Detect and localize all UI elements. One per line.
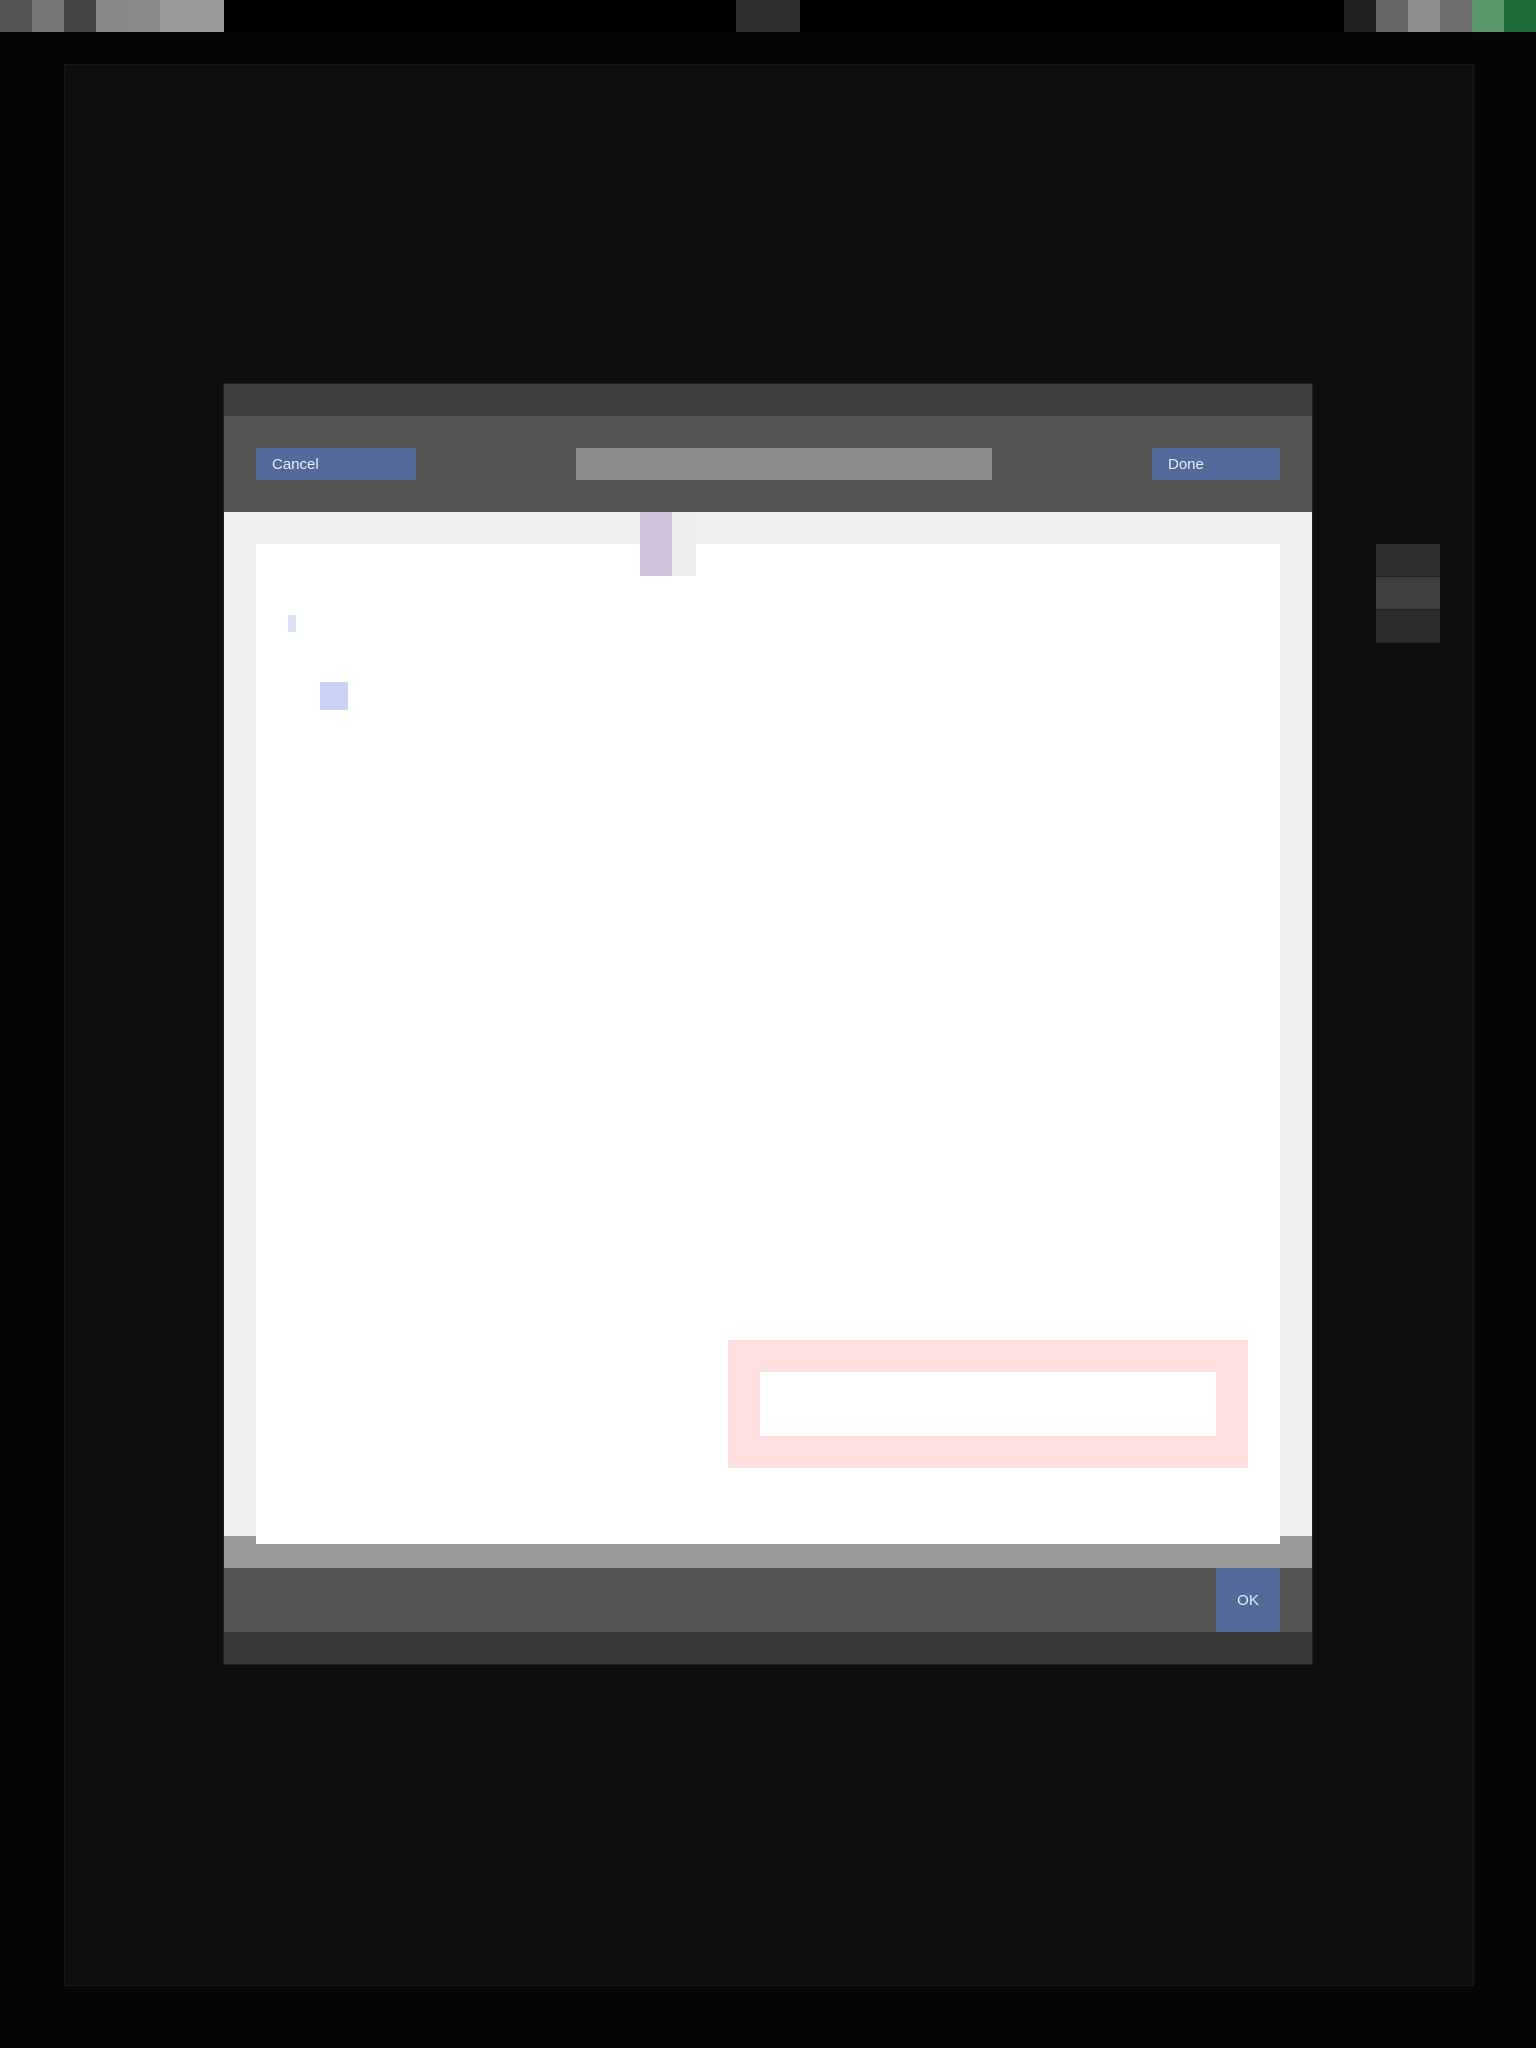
- battery-icon: [1472, 0, 1504, 32]
- notch: [736, 0, 800, 32]
- form-field-row: [288, 1340, 1248, 1468]
- checkbox[interactable]: [320, 682, 348, 710]
- section-link-row: [288, 608, 1248, 640]
- side-toolbar: [1376, 544, 1440, 643]
- text-field[interactable]: [728, 1340, 1248, 1468]
- done-button[interactable]: Done: [1152, 448, 1280, 480]
- modal-title: [576, 448, 992, 480]
- cancel-button[interactable]: Cancel: [256, 448, 416, 480]
- app-icon: [64, 0, 96, 32]
- checkbox-row[interactable]: [288, 680, 1248, 712]
- checkbox-text: [378, 680, 1184, 712]
- app-icon: [0, 0, 32, 32]
- section-title: [288, 576, 1248, 608]
- tool-button[interactable]: [1376, 577, 1440, 610]
- section-link[interactable]: [288, 615, 296, 632]
- tab-label[interactable]: [672, 512, 696, 576]
- app-icon: [128, 0, 160, 32]
- status-icon: [1408, 0, 1440, 32]
- doc-tabs: [640, 512, 1000, 576]
- document-content: [256, 512, 1280, 1544]
- battery-icon: [1504, 0, 1536, 32]
- signal-icon: [1344, 0, 1376, 32]
- modal-footer: OK: [224, 1568, 1312, 1632]
- modal-body: [224, 512, 1312, 1544]
- status-bar: [0, 0, 1536, 32]
- tool-button[interactable]: [1376, 544, 1440, 577]
- modal-dialog: Cancel Done OK: [224, 384, 1312, 1664]
- confirm-button[interactable]: OK: [1216, 1568, 1280, 1632]
- wifi-icon: [1376, 0, 1408, 32]
- app-icon: [96, 0, 128, 32]
- status-icon: [1440, 0, 1472, 32]
- tab-marker: [640, 512, 672, 576]
- modal-top-bar: [224, 384, 1312, 416]
- app-icon: [32, 0, 64, 32]
- tool-button[interactable]: [1376, 610, 1440, 643]
- modal-bottom-bar: [224, 1632, 1312, 1664]
- modal-header: Cancel Done: [224, 416, 1312, 512]
- app-icon: [160, 0, 224, 32]
- status-left: [0, 0, 224, 32]
- status-right: [1344, 0, 1536, 32]
